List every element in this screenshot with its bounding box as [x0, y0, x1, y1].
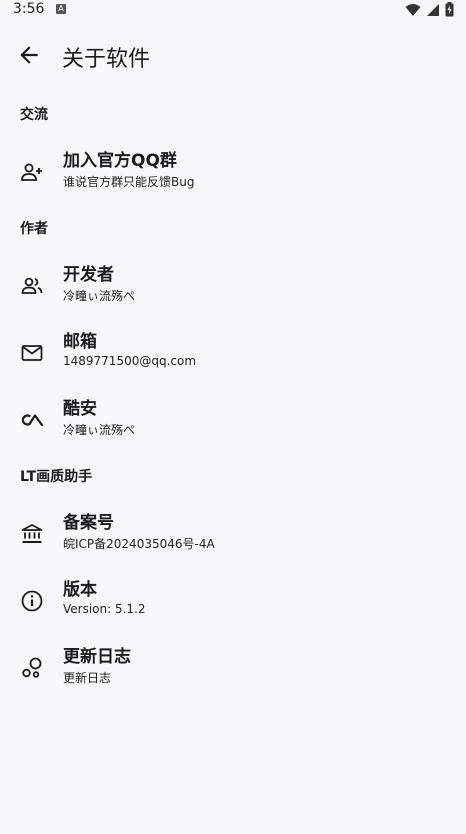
coolapk-icon	[21, 414, 44, 427]
list-item-coolapk[interactable]: 酷安 冷疃ぃ流殇ぺ	[0, 388, 466, 450]
section-header-communication: 交流	[20, 107, 48, 123]
item-title: 加入官方QQ群	[63, 151, 177, 171]
list-item-qq-group[interactable]: 加入官方QQ群 谁说官方群只能反馈Bug	[0, 140, 466, 202]
list-item-changelog[interactable]: 更新日志 更新日志	[0, 636, 466, 698]
back-arrow-icon[interactable]	[16, 42, 42, 68]
list-item-developer[interactable]: 开发者 冷疃ぃ流殇ぺ	[0, 254, 466, 316]
item-subtitle: Version: 5.1.2	[63, 602, 146, 616]
people-icon	[21, 277, 43, 294]
item-subtitle: 谁说官方群只能反馈Bug	[63, 175, 195, 189]
notification-icon: A	[56, 4, 66, 14]
item-title: 开发者	[63, 265, 114, 285]
list-item-version[interactable]: 版本 Version: 5.1.2	[0, 569, 466, 631]
item-title: 版本	[63, 580, 97, 600]
item-title: 备案号	[63, 513, 114, 533]
list-item-email[interactable]: 邮箱 1489771500@qq.com	[0, 321, 466, 383]
section-header-author: 作者	[20, 221, 48, 237]
item-title: 邮箱	[63, 332, 97, 352]
status-icons	[405, 2, 454, 17]
item-subtitle: 冷疃ぃ流殇ぺ	[63, 423, 136, 437]
item-title: 更新日志	[63, 647, 131, 667]
battery-icon	[445, 2, 454, 17]
bank-icon	[21, 524, 43, 543]
status-bar: 3:56 A	[0, 0, 466, 20]
item-subtitle: 1489771500@qq.com	[63, 354, 197, 368]
section-header-lt: LT画质助手	[20, 469, 93, 485]
signal-icon	[427, 3, 439, 16]
mail-icon	[21, 345, 43, 361]
bubbles-icon	[22, 657, 42, 678]
item-title: 酷安	[63, 399, 97, 419]
wifi-icon	[405, 3, 421, 16]
item-subtitle: 更新日志	[63, 671, 112, 685]
list-item-icp[interactable]: 备案号 皖ICP备2024035046号-4A	[0, 502, 466, 564]
item-subtitle: 皖ICP备2024035046号-4A	[63, 537, 215, 551]
person-add-icon	[21, 163, 42, 181]
top-app-bar: 关于软件	[0, 30, 466, 80]
info-icon	[21, 590, 43, 612]
status-time: 3:56	[13, 1, 45, 17]
item-subtitle: 冷疃ぃ流殇ぺ	[63, 289, 136, 303]
page-title: 关于软件	[62, 47, 151, 72]
